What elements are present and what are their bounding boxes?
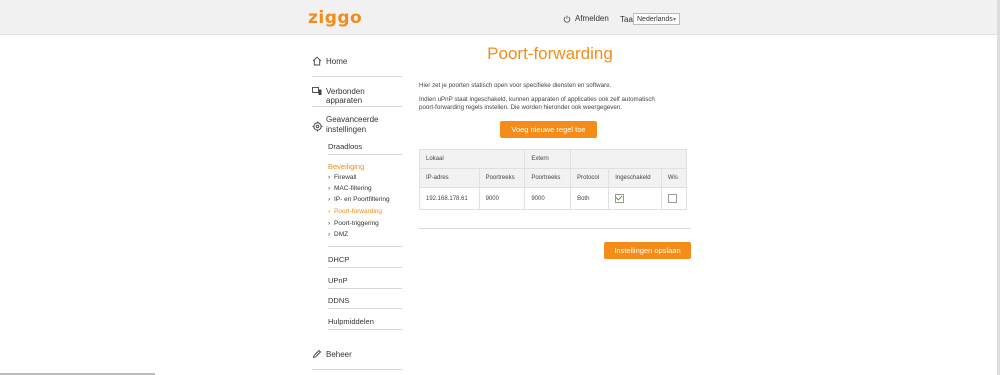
divider [328, 246, 402, 247]
divider [328, 308, 402, 309]
link-label: MAC-filtering [334, 185, 372, 192]
column-header: Protocol [570, 168, 610, 188]
pencil-icon [312, 349, 322, 359]
link-label: IP- en Poortfiltering [334, 196, 390, 203]
divider [328, 154, 402, 155]
sidebar-subitem-wireless[interactable]: Draadloos [328, 142, 362, 151]
sidebar-item-label: Beheer [326, 350, 352, 359]
divider [328, 329, 402, 330]
devices-icon [312, 87, 322, 95]
sidebar-item-management[interactable]: Beheer [312, 349, 402, 370]
enabled-checkbox[interactable] [615, 194, 625, 203]
delete-checkbox[interactable] [667, 194, 677, 203]
top-bar: ziggo Afmelden Taal Nederlands ▾ [0, 0, 1000, 35]
gear-icon [312, 121, 323, 132]
add-rule-button[interactable]: Voeg nieuwe regel toe [500, 121, 597, 138]
table-header-row: IP-adres Poortreeks Poortreeks Protocol … [419, 168, 688, 188]
sidebar-subitem-tools[interactable]: Hulpmiddelen [328, 317, 374, 326]
delete-cell [660, 187, 688, 210]
language-select[interactable]: Nederlands ▾ [633, 13, 680, 25]
sidebar-item-label: Geavanceerde [326, 115, 379, 124]
language-selected-value: Nederlands [637, 16, 673, 23]
column-header: IP-adres [419, 168, 480, 188]
column-header: Ingeschakeld [608, 168, 662, 188]
column-header: Poortreeks [478, 168, 526, 188]
sidebar-link-ip-port-filtering[interactable]: › IP- en Poortfiltering [328, 196, 390, 203]
sidebar-item-label: Home [326, 57, 348, 66]
sidebar-item-connected-devices[interactable]: Verbonden apparaten [312, 86, 402, 107]
ip-address-cell: 192.168.178.61 [419, 187, 480, 210]
divider [419, 228, 691, 229]
protocol-cell: Both [570, 187, 610, 210]
table-group-header-row: Lokaal Extern [418, 149, 687, 169]
table-row: 192.168.178.61 9000 9000 Both [419, 187, 688, 210]
table-group-header: Lokaal [418, 149, 526, 169]
sidebar-link-dmz[interactable]: › DMZ [328, 231, 348, 238]
sidebar-subitem-security[interactable]: Beveiliging [328, 162, 364, 171]
sidebar-item-label: instellingen [326, 125, 367, 134]
divider [328, 267, 402, 268]
description-text: Indien uPnP staat ingeschakeld, kunnen a… [419, 96, 655, 103]
external-port-range-cell: 9000 [524, 187, 572, 210]
ziggo-logo[interactable]: ziggo [308, 8, 362, 28]
sidebar-link-port-forwarding[interactable]: › Poort-forwarding [328, 208, 382, 215]
table-group-header: Extern [524, 149, 572, 169]
description-text: poort-forwarding regels instellen. Die w… [419, 104, 622, 111]
sidebar-subitem-dhcp[interactable]: DHCP [328, 255, 349, 264]
save-settings-button[interactable]: Instellingen opslaan [604, 242, 691, 259]
column-header: Poortreeks [524, 168, 572, 188]
column-header: Wis [660, 168, 688, 188]
sidebar-link-mac-filtering[interactable]: › MAC-filtering [328, 185, 372, 192]
link-label: Firewall [334, 174, 357, 181]
local-port-range-cell: 9000 [478, 187, 526, 210]
sidebar-link-port-triggering[interactable]: › Poort-triggering [328, 220, 379, 227]
sidebar-subitem-upnp[interactable]: UPnP [328, 276, 348, 285]
home-icon [312, 56, 322, 66]
page-title: Poort-forwarding [487, 44, 613, 63]
enabled-cell [608, 187, 662, 210]
description-text: Hier zet je poorten statisch open voor s… [419, 82, 612, 89]
port-forwarding-table: Lokaal Extern IP-adres Poortreeks Poortr… [418, 149, 688, 210]
logout-link[interactable]: Afmelden [563, 14, 609, 23]
sidebar-item-label: Verbonden apparaten [326, 87, 365, 105]
power-icon [563, 15, 571, 23]
chevron-down-icon: ▾ [672, 17, 676, 23]
divider [328, 288, 402, 289]
sidebar-item-home[interactable]: Home [312, 56, 402, 77]
table-group-header [570, 149, 687, 169]
logout-label: Afmelden [575, 14, 609, 23]
link-label: DMZ [334, 231, 349, 238]
link-label: Poort-triggering [334, 220, 379, 227]
sidebar-item-advanced-settings[interactable]: Geavanceerde instellingen [312, 114, 402, 136]
sidebar-subitem-ddns[interactable]: DDNS [328, 296, 349, 305]
sidebar-link-firewall[interactable]: › Firewall [328, 174, 356, 181]
link-label: Poort-forwarding [334, 208, 383, 215]
